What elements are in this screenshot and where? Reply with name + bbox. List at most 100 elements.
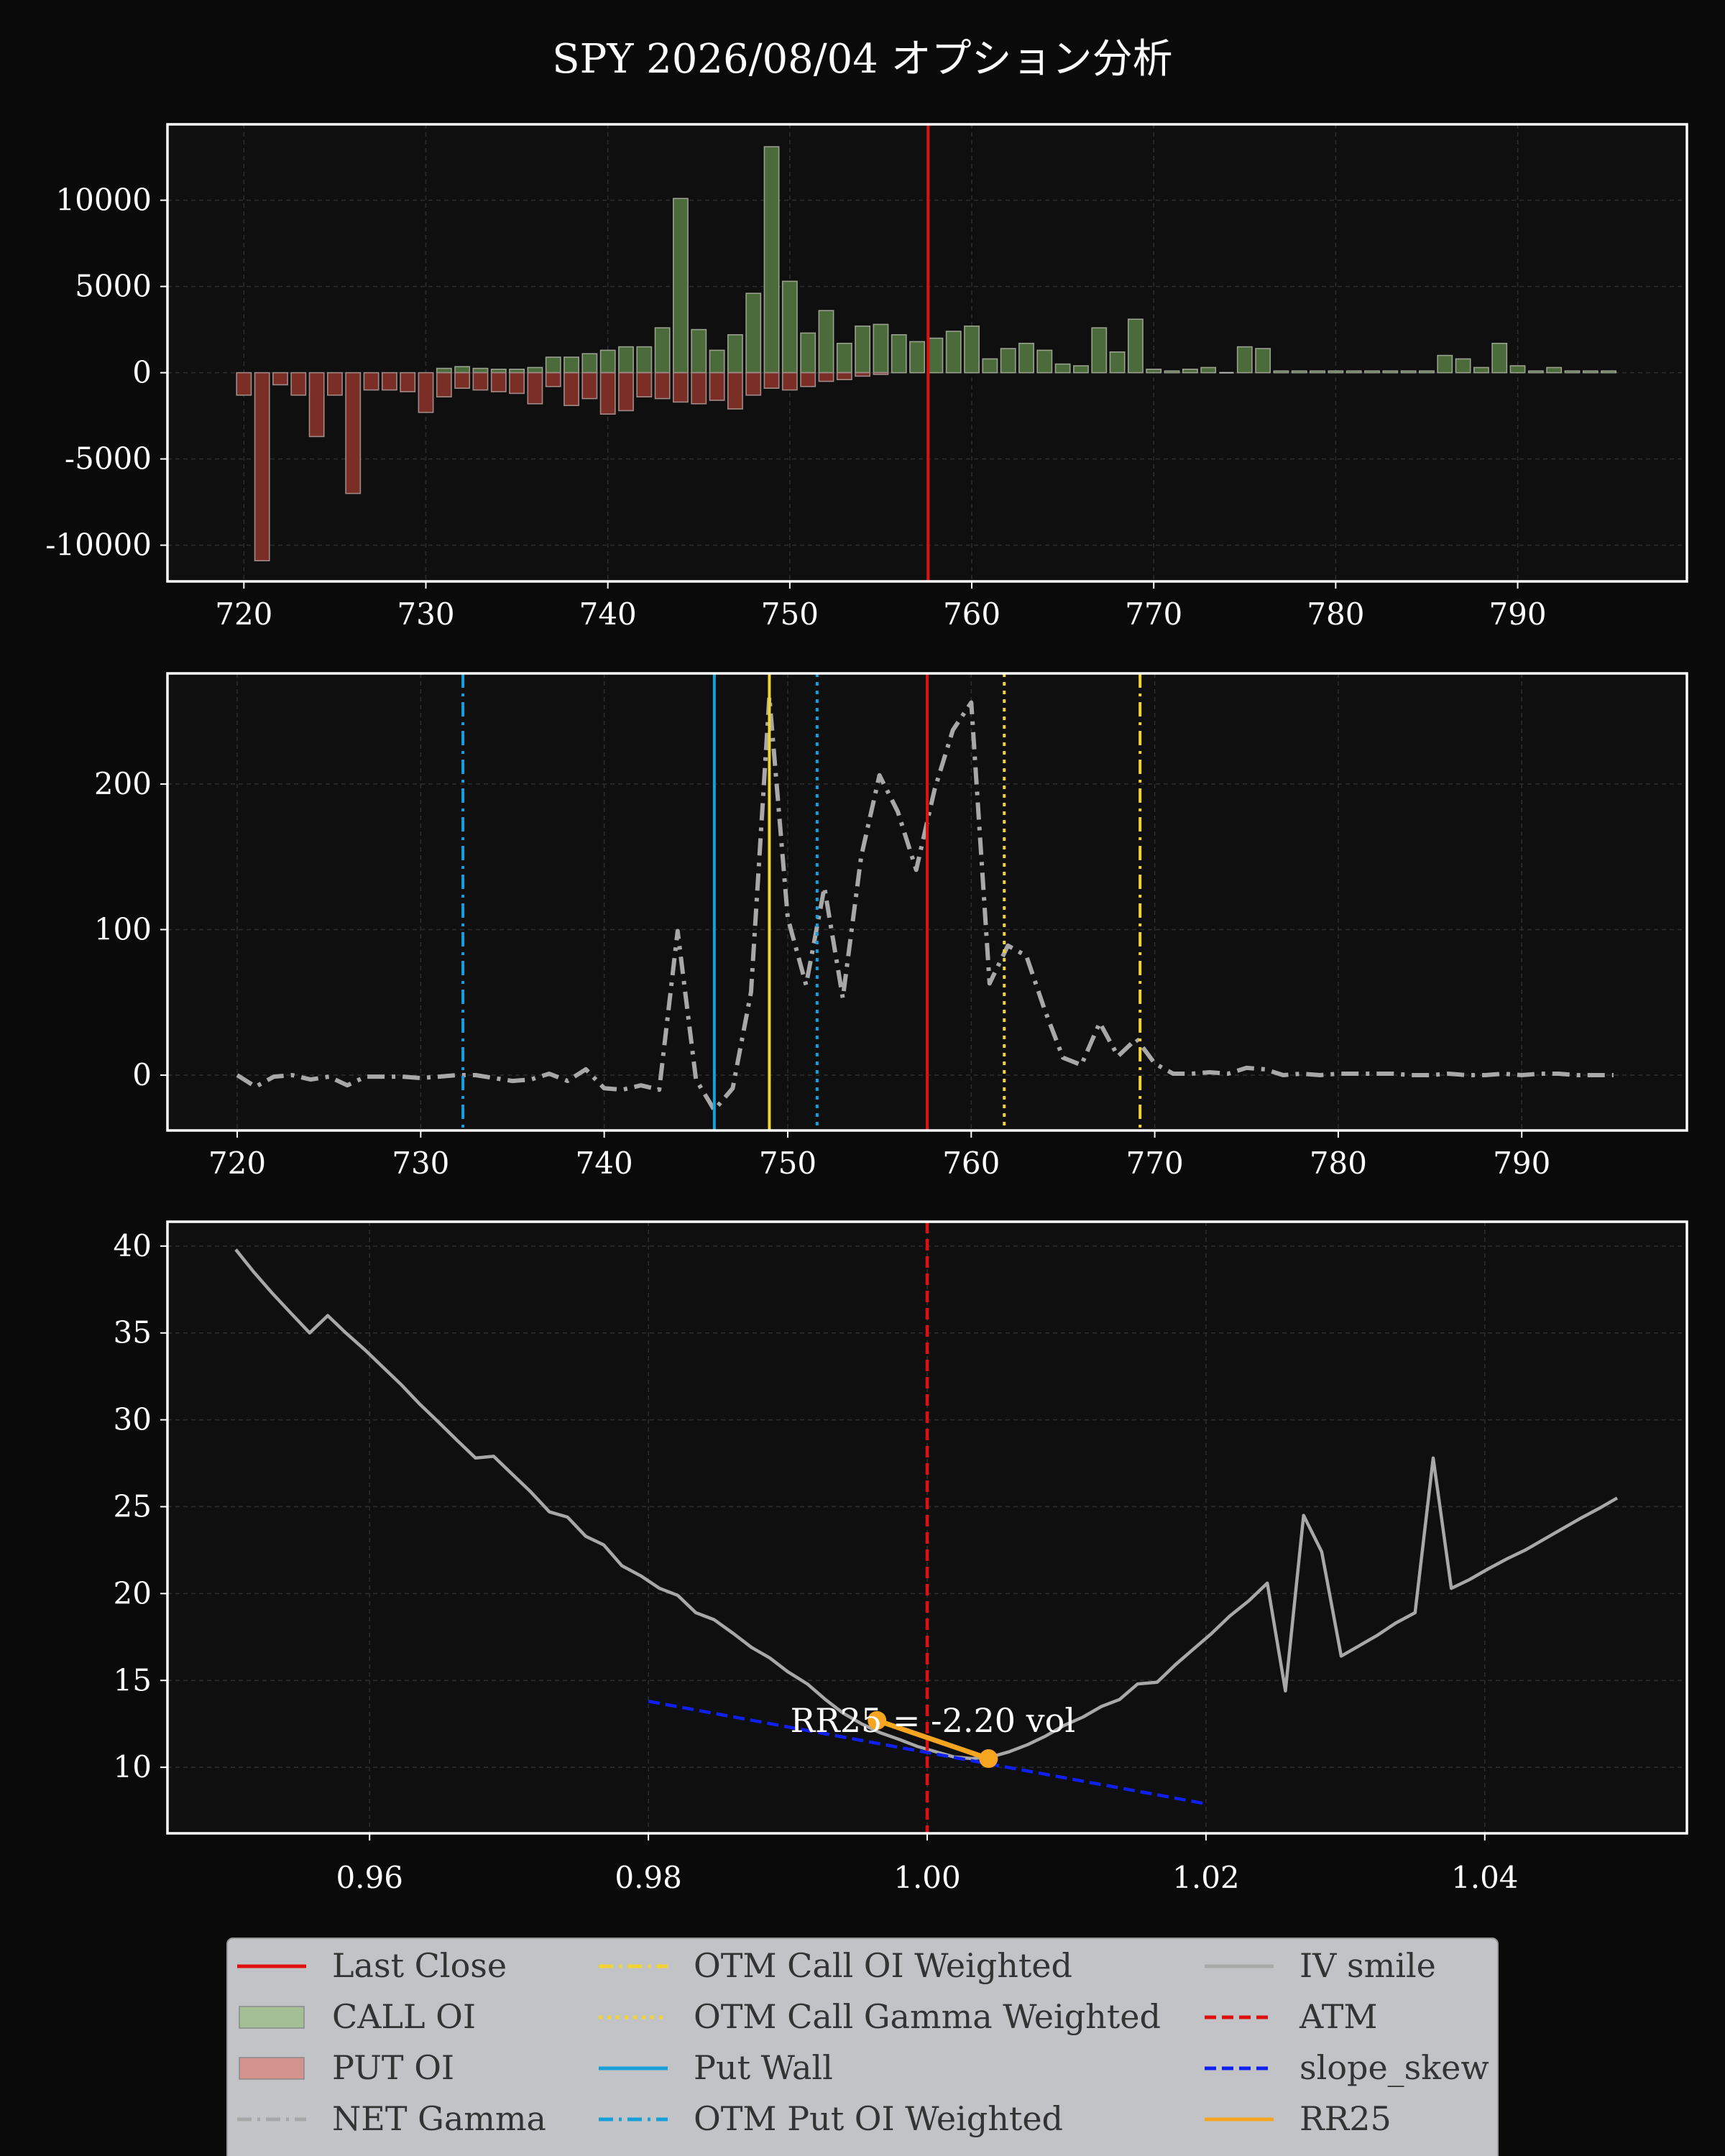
put-oi-bar — [509, 372, 525, 395]
put-oi-bar — [454, 372, 471, 389]
legend-item-put-oi-swatch — [239, 2057, 305, 2080]
call-oi-bar — [873, 323, 889, 374]
rr25-point — [979, 1749, 998, 1769]
put-oi-bar — [381, 372, 397, 391]
call-oi-bar — [1291, 370, 1307, 374]
call-oi-bar — [691, 328, 707, 374]
iv-y-tick-label: 15 — [114, 1662, 152, 1697]
oi-y-tick-label: -5000 — [65, 441, 152, 476]
call-oi-bar — [1273, 370, 1289, 374]
oi-y-tick-label: 5000 — [75, 269, 152, 304]
put-oi-bar — [490, 372, 507, 392]
call-oi-bar — [436, 367, 452, 374]
call-oi-bar — [1546, 367, 1563, 374]
call-oi-bar — [1601, 370, 1617, 374]
call-oi-bar — [1437, 354, 1453, 374]
call-oi-bar — [1509, 365, 1526, 374]
put-oi-bar — [236, 372, 252, 396]
iv-x-tick-label: 0.98 — [615, 1860, 682, 1895]
call-oi-bar — [454, 366, 471, 374]
iv-y-tick-label: 30 — [114, 1402, 152, 1437]
call-oi-bar — [1236, 346, 1253, 374]
call-oi-bar — [836, 342, 852, 374]
put-oi-bar — [418, 372, 434, 413]
put-oi-bar — [745, 372, 762, 396]
put-oi-bar — [818, 372, 834, 382]
put-oi-bar — [855, 372, 871, 377]
call-oi-bar — [763, 146, 780, 374]
call-oi-bar — [472, 367, 489, 374]
call-oi-bar — [1527, 370, 1544, 374]
iv-y-tick-label: 25 — [114, 1488, 152, 1524]
call-oi-bar — [709, 349, 725, 374]
put-oi-bar — [636, 372, 653, 397]
call-oi-bar — [1200, 367, 1217, 374]
iv-x-tick-label: 1.04 — [1451, 1860, 1519, 1895]
call-oi-bar — [673, 198, 689, 374]
legend-item-last-close-label: Last Close — [332, 1946, 507, 1985]
iv-y-tick-label: 10 — [114, 1749, 152, 1784]
iv-x-tick-label: 1.02 — [1172, 1860, 1240, 1895]
call-oi-bar — [1382, 370, 1399, 374]
put-oi-bar — [326, 372, 343, 396]
call-oi-bar — [1328, 370, 1344, 374]
call-oi-bar — [1455, 358, 1471, 374]
put-oi-bar — [654, 372, 671, 400]
call-oi-bar — [909, 341, 926, 374]
call-oi-bar — [545, 356, 561, 374]
call-oi-bar — [599, 349, 616, 374]
call-oi-bar — [1364, 370, 1380, 374]
put-oi-bar — [836, 372, 852, 380]
iv-x-tick-label: 1.00 — [893, 1860, 961, 1895]
put-oi-bar — [873, 372, 889, 375]
put-oi-bar — [527, 372, 543, 405]
rr25-annotation: RR25 = -2.20 vol — [790, 1701, 1075, 1740]
gamma-x-tick-label: 740 — [576, 1146, 633, 1181]
put-oi-bar — [345, 372, 362, 494]
oi-x-tick-label: 740 — [579, 596, 637, 632]
open-interest-panel: 720 730 740 750 760 770 780 790 -10000 -5000 0 5000… — [45, 123, 1688, 632]
call-oi-bar — [964, 325, 980, 374]
put-oi-bar — [436, 372, 452, 397]
call-oi-bar — [1582, 370, 1598, 374]
call-oi-bar — [1182, 368, 1198, 374]
iv-y-tick-label: 40 — [114, 1228, 152, 1263]
call-oi-bar — [1564, 370, 1581, 374]
legend-item-atm-label: ATM — [1299, 1997, 1378, 2036]
put-oi-bar — [308, 372, 325, 438]
call-oi-bar — [527, 367, 543, 374]
gamma-x-tick-label: 750 — [759, 1146, 816, 1181]
call-oi-bar — [727, 333, 743, 374]
call-oi-bar — [891, 333, 907, 374]
gamma-x-tick-label: 780 — [1310, 1146, 1367, 1181]
oi-x-tick-label: 780 — [1307, 596, 1364, 632]
call-oi-bar — [636, 346, 653, 374]
call-oi-bar — [1473, 367, 1489, 374]
oi-x-tick-label: 790 — [1489, 596, 1546, 632]
call-oi-bar — [927, 337, 944, 374]
call-oi-bar — [1109, 351, 1126, 374]
put-oi-bar — [545, 372, 561, 387]
call-oi-bar — [1018, 342, 1034, 374]
net-gamma-panel: 720 730 740 750 760 770 780 790 0 100 200 — [94, 672, 1688, 1181]
oi-y-tick-label: 10000 — [55, 183, 152, 218]
legend-item-otm-put-oi-weighted-label: OTM Put OI Weighted — [694, 2099, 1063, 2138]
call-oi-bar — [745, 292, 762, 374]
put-oi-bar — [709, 372, 725, 401]
call-oi-bar — [1054, 363, 1071, 374]
analysis-figure: SPY 2026/08/04 オプション分析 720 730 740 750 760 77… — [0, 0, 1725, 2156]
iv-x-tick-label: 0.96 — [336, 1860, 403, 1895]
call-oi-bar — [818, 310, 834, 374]
gamma-x-tick-label: 720 — [208, 1146, 266, 1181]
put-oi-bar — [618, 372, 634, 412]
oi-y-tick-label: -10000 — [45, 528, 152, 563]
put-oi-bar — [272, 372, 288, 386]
oi-y-tick-label: 0 — [132, 355, 152, 390]
legend-item-call-oi-label: CALL OI — [332, 1997, 476, 2036]
oi-x-tick-label: 770 — [1125, 596, 1182, 632]
call-oi-bar — [1400, 370, 1417, 374]
call-oi-bar — [1146, 368, 1162, 374]
legend-item-call-oi-swatch — [239, 2006, 305, 2029]
legend: Last Close CALL OI PUT OI NET Gamma OTM Call… — [226, 1938, 1499, 2156]
legend-item-slope_skew-label: slope_skew — [1300, 2048, 1489, 2087]
